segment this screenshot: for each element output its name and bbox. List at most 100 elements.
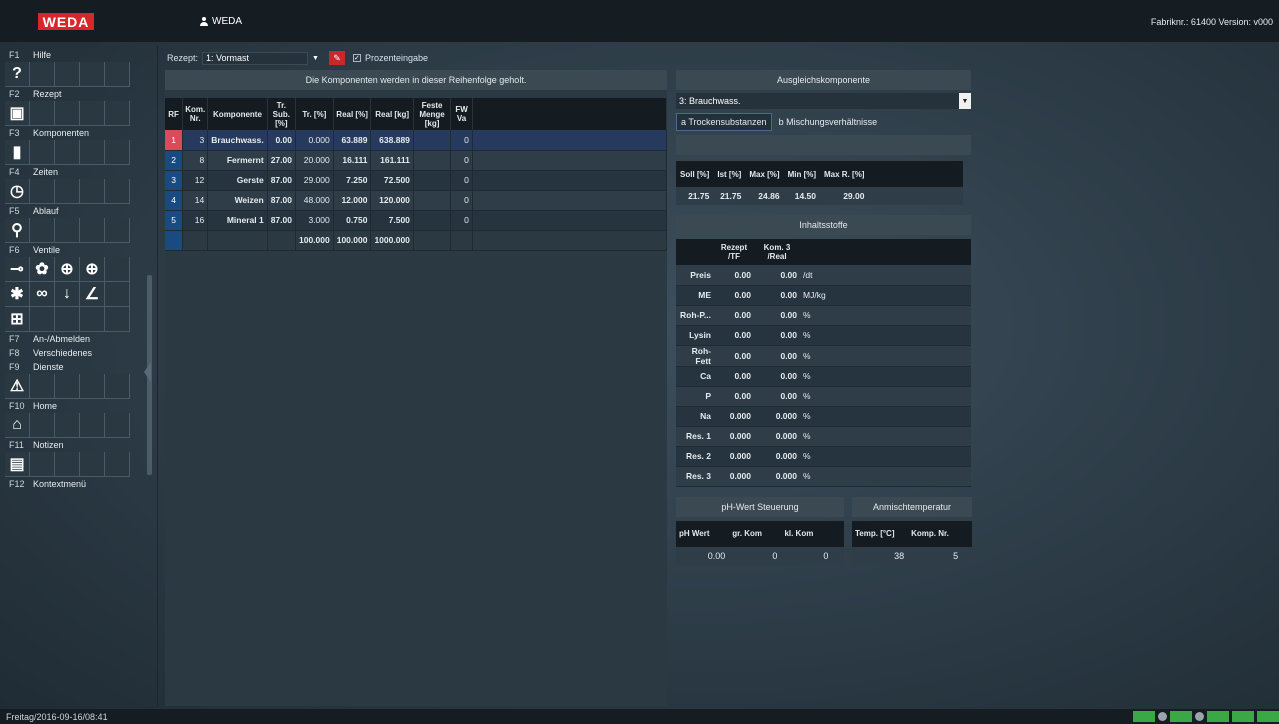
column-header[interactable]: FW Va: [450, 98, 473, 130]
graph-button[interactable]: ∠: [80, 282, 105, 307]
chevron-down-icon[interactable]: ▼: [312, 55, 319, 62]
crosshair-button[interactable]: ⊞: [5, 307, 30, 332]
cell-rf[interactable]: 2: [165, 150, 184, 171]
nav-cell[interactable]: [105, 413, 130, 438]
rezept-edit-button[interactable]: ✎: [328, 51, 345, 65]
nav-cell[interactable]: [30, 140, 55, 165]
nav-cell[interactable]: [80, 307, 105, 332]
rezept-select[interactable]: 1: Vormast: [202, 51, 309, 65]
pump-button[interactable]: ∞: [30, 282, 55, 307]
status-green-indicator[interactable]: [1232, 711, 1254, 722]
nav-cell[interactable]: [105, 101, 130, 126]
fan-button[interactable]: ✿: [30, 257, 55, 282]
nav-item-f3[interactable]: F3 Komponenten: [5, 126, 143, 140]
column-header[interactable]: RF: [165, 98, 184, 130]
prozenteingabe-checkbox[interactable]: ✓: [352, 54, 361, 62]
cell-rf[interactable]: 5: [165, 210, 184, 231]
component-silo-button[interactable]: ▮: [5, 140, 30, 165]
nav-cell[interactable]: [55, 374, 80, 399]
nav-cell[interactable]: [30, 413, 55, 438]
column-header[interactable]: Kom. Nr.: [182, 98, 209, 130]
nav-cell[interactable]: [55, 413, 80, 438]
nav-item-f7[interactable]: F7 An-/Abmelden: [5, 332, 143, 346]
recipe-button[interactable]: ▣: [5, 101, 30, 126]
warning-button[interactable]: ⚠: [5, 374, 30, 399]
nav-cell[interactable]: [80, 101, 105, 126]
nav-cell[interactable]: [30, 101, 55, 126]
valve-x-button[interactable]: ✱: [5, 282, 30, 307]
nav-cell[interactable]: [80, 179, 105, 204]
ausgleich-select[interactable]: 3: Brauchwass. ▼: [676, 93, 971, 109]
timer-button[interactable]: ◷: [5, 179, 30, 204]
nav-cell[interactable]: [30, 218, 55, 243]
chevron-down-icon[interactable]: ▼: [959, 93, 971, 109]
column-header[interactable]: Real [kg]: [370, 98, 414, 130]
nav-item-f1[interactable]: F1 Hilfe: [5, 48, 143, 62]
help-button[interactable]: ?: [5, 62, 30, 87]
nav-cell[interactable]: [105, 282, 130, 307]
search-button[interactable]: ⚲: [5, 218, 30, 243]
status-green-indicator[interactable]: [1133, 711, 1155, 722]
nav-cell[interactable]: [105, 140, 130, 165]
user-indicator[interactable]: WEDA: [200, 16, 242, 27]
tab-trockensubstanzen[interactable]: a Trockensubstanzen: [676, 113, 772, 131]
status-green-indicator[interactable]: [1257, 711, 1279, 722]
nav-cell[interactable]: [80, 218, 105, 243]
table-row[interactable]: 1 3 Brauchwass. 0.00 0.000 63.889 638.889 0: [165, 130, 668, 151]
nav-item-f8[interactable]: F8 Verschiedenes: [5, 346, 143, 360]
nav-cell[interactable]: [80, 374, 105, 399]
nav-cell[interactable]: [105, 307, 130, 332]
tab-mischungsverhaeltnisse[interactable]: b Mischungsverhältnisse: [775, 113, 882, 131]
nav-item-f9[interactable]: F9 Dienste: [5, 360, 143, 374]
nav-item-f4[interactable]: F4 Zeiten: [5, 165, 143, 179]
valve-button[interactable]: ⊸: [5, 257, 30, 282]
nav-cell[interactable]: [30, 307, 55, 332]
table-row[interactable]: 2 8 Fermernt 27.00 20.000 16.111 161.111 0: [165, 150, 668, 171]
table-row[interactable]: 4 14 Weizen 87.00 48.000 12.000 120.000 0: [165, 190, 668, 211]
nav-cell[interactable]: [55, 179, 80, 204]
column-header[interactable]: Tr. [%]: [295, 98, 334, 130]
nav-cell[interactable]: [80, 140, 105, 165]
column-header[interactable]: Tr. Sub. [%]: [267, 98, 296, 130]
nav-item-f12[interactable]: F12 Kontextmenü: [5, 477, 143, 491]
nav-cell[interactable]: [80, 452, 105, 477]
nav-cell[interactable]: [55, 62, 80, 87]
note-button[interactable]: ▤: [5, 452, 30, 477]
nav-cell[interactable]: [105, 257, 130, 282]
table-row[interactable]: 5 16 Mineral 1 87.00 3.000 0.750 7.500 0: [165, 210, 668, 231]
column-header[interactable]: Feste Menge [kg]: [413, 98, 452, 130]
nav-cell[interactable]: [105, 452, 130, 477]
nav-cell[interactable]: [105, 179, 130, 204]
nav-cell[interactable]: [30, 452, 55, 477]
nav-cell[interactable]: [55, 452, 80, 477]
nav-item-f5[interactable]: F5 Ablauf: [5, 204, 143, 218]
column-header[interactable]: Komponente: [207, 98, 268, 130]
nav-cell[interactable]: [30, 179, 55, 204]
table-row[interactable]: 3 12 Gerste 87.00 29.000 7.250 72.500 0: [165, 170, 668, 191]
column-header[interactable]: Real [%]: [333, 98, 372, 130]
nav-cell[interactable]: [55, 218, 80, 243]
down-arrow-button[interactable]: ↓: [55, 282, 80, 307]
status-green-indicator[interactable]: [1170, 711, 1192, 722]
nav-item-f11[interactable]: F11 Notizen: [5, 438, 143, 452]
nav-item-f6[interactable]: F6 Ventile: [5, 243, 143, 257]
nav-item-f2[interactable]: F2 Rezept: [5, 87, 143, 101]
nav-cell[interactable]: [30, 374, 55, 399]
motor-button[interactable]: ⊕: [55, 257, 80, 282]
nav-cell[interactable]: [30, 62, 55, 87]
motor-button[interactable]: ⊕: [80, 257, 105, 282]
nav-cell[interactable]: [105, 218, 130, 243]
nav-item-f10[interactable]: F10 Home: [5, 399, 143, 413]
cell-rf[interactable]: 3: [165, 170, 184, 191]
nav-cell[interactable]: [55, 307, 80, 332]
nav-cell[interactable]: [55, 140, 80, 165]
cell-rf[interactable]: 1: [165, 130, 184, 151]
nav-cell[interactable]: [55, 101, 80, 126]
cell-rf[interactable]: 4: [165, 190, 184, 211]
nav-cell[interactable]: [105, 62, 130, 87]
home-button[interactable]: ⌂: [5, 413, 30, 438]
nav-collapse-handle[interactable]: [144, 362, 151, 382]
nav-cell[interactable]: [80, 62, 105, 87]
status-green-indicator[interactable]: [1207, 711, 1229, 722]
nav-cell[interactable]: [105, 374, 130, 399]
